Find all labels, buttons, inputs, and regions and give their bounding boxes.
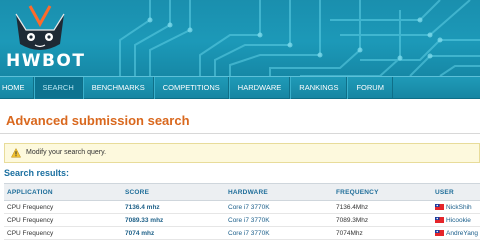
table-row[interactable]: CPU Frequency 7089.33 mhz Core i7 3770K … — [4, 214, 480, 227]
notice-box: Modify your search query. — [4, 143, 480, 163]
results-table: APPLICATION SCORE HARDWARE FREQUENCY USE… — [4, 183, 480, 240]
cell-user[interactable]: Hicookie — [446, 217, 471, 224]
logo-text[interactable]: HWBOT — [6, 51, 85, 71]
cell-score[interactable]: 7089.33 mhz — [125, 217, 163, 224]
table-header: APPLICATION SCORE HARDWARE FREQUENCY USE… — [4, 183, 480, 201]
column-header-user[interactable]: USER — [435, 189, 454, 196]
column-header-frequency[interactable]: FREQUENCY — [336, 189, 379, 196]
results-title: Search results: — [4, 168, 70, 178]
page-title: Advanced submission search — [6, 113, 190, 128]
main-nav: HOME SEARCH BENCHMARKS COMPETITIONS HARD… — [0, 76, 480, 99]
cell-application: CPU Frequency — [7, 230, 54, 237]
header-banner: HWBOT — [0, 0, 480, 76]
nav-item-forum[interactable]: FORUM — [347, 77, 393, 99]
cell-frequency: 7074Mhz — [336, 230, 363, 237]
column-header-application[interactable]: APPLICATION — [7, 189, 53, 196]
nav-item-hardware[interactable]: HARDWARE — [228, 77, 291, 99]
cell-application: CPU Frequency — [7, 204, 54, 211]
cell-score[interactable]: 7074 mhz — [125, 230, 154, 237]
table-row[interactable]: CPU Frequency 7074 mhz Core i7 3770K 707… — [4, 227, 480, 240]
cell-score[interactable]: 7136.4 mhz — [125, 204, 160, 211]
cell-frequency: 7089.3Mhz — [336, 217, 369, 224]
cell-hardware[interactable]: Core i7 3770K — [228, 217, 270, 224]
table-row[interactable]: CPU Frequency 7136.4 mhz Core i7 3770K 7… — [4, 201, 480, 214]
column-header-score[interactable]: SCORE — [125, 189, 149, 196]
taiwan-flag-icon — [435, 204, 444, 210]
nav-item-rankings[interactable]: RANKINGS — [290, 77, 348, 99]
cell-user[interactable]: NickShih — [446, 204, 472, 211]
cell-hardware[interactable]: Core i7 3770K — [228, 230, 270, 237]
column-header-hardware[interactable]: HARDWARE — [228, 189, 268, 196]
cell-hardware[interactable]: Core i7 3770K — [228, 204, 270, 211]
warning-icon — [11, 148, 21, 158]
divider — [0, 133, 480, 134]
nav-item-benchmarks[interactable]: BENCHMARKS — [82, 77, 154, 99]
nav-item-home[interactable]: HOME — [0, 77, 34, 99]
nav-item-search[interactable]: SEARCH — [33, 77, 83, 99]
cell-frequency: 7136.4Mhz — [336, 204, 369, 211]
nav-item-competitions[interactable]: COMPETITIONS — [153, 77, 229, 99]
notice-text[interactable]: Modify your search query. — [26, 149, 106, 156]
taiwan-flag-icon — [435, 230, 444, 236]
cell-user[interactable]: AndreYang — [446, 230, 478, 237]
taiwan-flag-icon — [435, 217, 444, 223]
cell-application: CPU Frequency — [7, 217, 54, 224]
